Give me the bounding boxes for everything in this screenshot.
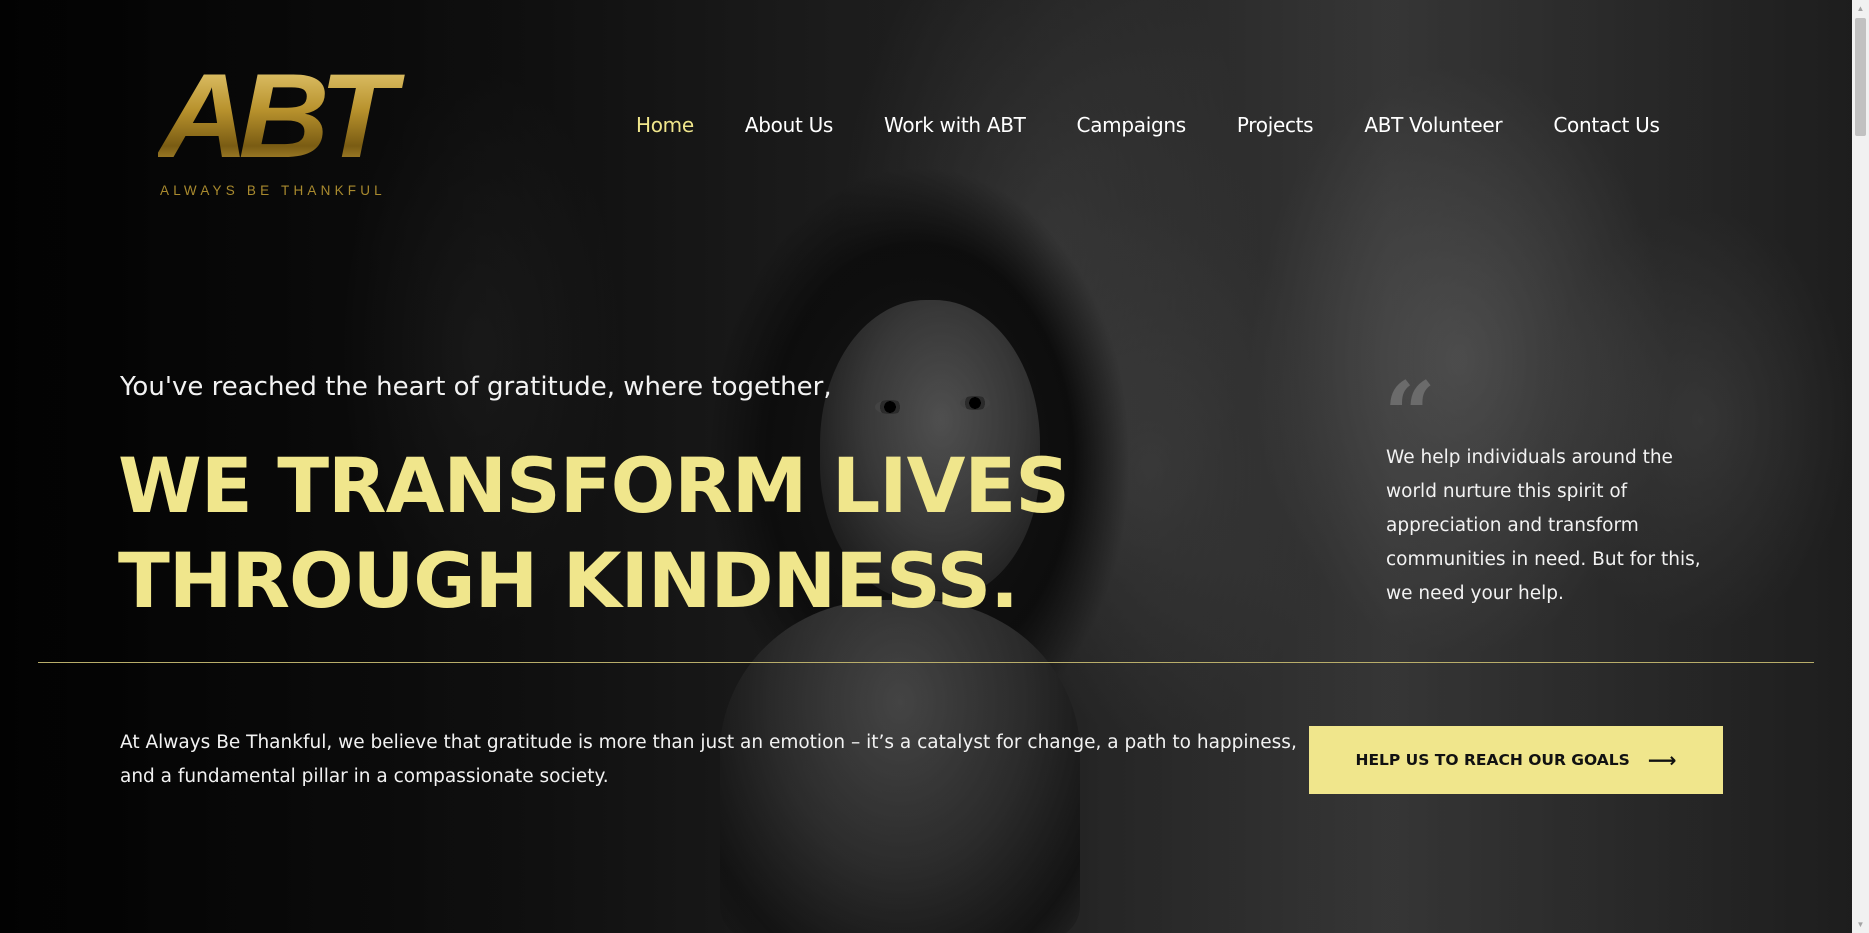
main-nav: Home About Us Work with ABT Campaigns Pr…: [636, 113, 1660, 137]
mission-text: At Always Be Thankful, we believe that g…: [120, 732, 1297, 787]
hero-headline-line2: THROUGH KINDNESS.: [118, 536, 1019, 625]
scrollbar-thumb[interactable]: [1855, 18, 1866, 136]
arrow-right-icon: ⟶: [1647, 748, 1677, 772]
nav-item-projects[interactable]: Projects: [1237, 113, 1314, 137]
scroll-down-icon[interactable]: ▼: [1852, 916, 1869, 933]
hero-lead-text: You've reached the heart of gratitude, w…: [120, 372, 832, 402]
logo-letters: ABT: [158, 56, 416, 176]
nav-item-home[interactable]: Home: [636, 113, 694, 137]
nav-item-work-with-abt[interactable]: Work with ABT: [884, 113, 1026, 137]
help-reach-goals-button[interactable]: HELP US TO REACH OUR GOALS ⟶: [1309, 726, 1723, 794]
hero-background: ABT ALWAYS BE THANKFUL Home About Us Wor…: [0, 0, 1852, 933]
page-scrollbar[interactable]: ▲ ▼: [1852, 0, 1869, 933]
cta-label: HELP US TO REACH OUR GOALS: [1355, 751, 1630, 769]
hero-headline: WE TRANSFORM LIVES THROUGH KINDNESS.: [118, 438, 1070, 628]
logo-tagline: ALWAYS BE THANKFUL: [160, 183, 386, 198]
scroll-up-icon[interactable]: ▲: [1852, 0, 1869, 17]
nav-item-contact-us[interactable]: Contact Us: [1553, 113, 1660, 137]
hero-headline-line1: WE TRANSFORM LIVES: [118, 441, 1070, 530]
nav-item-abt-volunteer[interactable]: ABT Volunteer: [1364, 113, 1502, 137]
nav-item-campaigns[interactable]: Campaigns: [1077, 113, 1187, 137]
nav-item-about-us[interactable]: About Us: [745, 113, 833, 137]
quote-text: We help individuals around the world nur…: [1386, 447, 1701, 604]
section-divider: [38, 662, 1814, 663]
site-logo[interactable]: ABT ALWAYS BE THANKFUL: [158, 56, 404, 206]
